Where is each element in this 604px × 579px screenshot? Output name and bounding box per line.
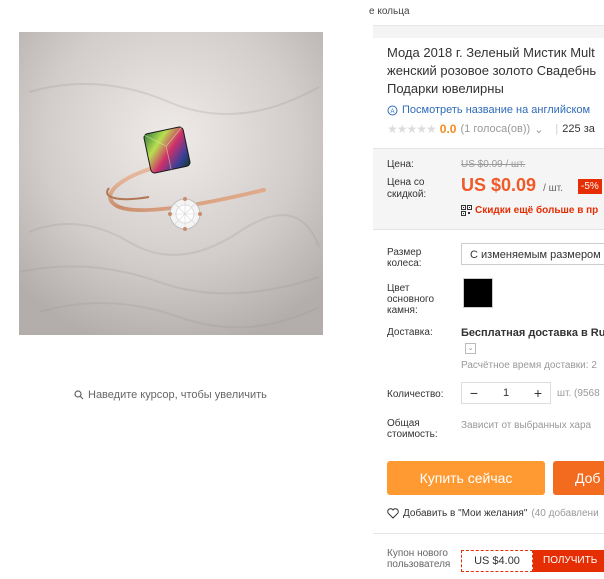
price-box: Цена: US $0.09 / шт. Цена со скидкой: US…: [373, 148, 604, 230]
total-value: Зависит от выбранных хара: [461, 420, 592, 431]
size-option[interactable]: С изменяемым размером: [461, 243, 604, 265]
size-label: Размер колеса:: [387, 247, 422, 269]
translate-icon: A: [387, 105, 398, 115]
product-title-line: Подарки ювелирны: [387, 81, 504, 96]
magnifier-icon: [74, 390, 84, 400]
english-title-link[interactable]: A Посмотреть название на английском: [387, 104, 590, 116]
quantity-stepper: − 1 +: [461, 382, 551, 404]
discount-price: US $0.09 / шт.: [461, 175, 563, 196]
shipping-value: Бесплатная доставка в Rus: [461, 327, 604, 339]
product-title-line: Мода 2018 г. Зеленый Мистик Mult: [387, 45, 595, 60]
section-divider: [373, 25, 604, 38]
english-title-link-label: Посмотреть название на английском: [402, 104, 591, 116]
chevron-down-icon[interactable]: ⌄: [465, 343, 476, 354]
wishlist-link[interactable]: Добавить в "Мои желания" (40 добавлени: [387, 508, 599, 519]
zoom-hint-text: Наведите курсор, чтобы увеличить: [88, 389, 267, 401]
wishlist-count: (40 добавлени: [531, 508, 599, 519]
product-title-line: женский розовое золото Свадебнь: [387, 63, 597, 78]
product-image[interactable]: [19, 32, 323, 335]
product-info: е кольца Мода 2018 г. Зеленый Мистик Mul…: [365, 0, 604, 579]
qr-code-icon: [461, 205, 472, 216]
quantity-decrease-button[interactable]: −: [462, 385, 486, 401]
app-promo[interactable]: Скидки ещё больше в пр: [461, 205, 598, 216]
discount-price-value: US $0.09: [461, 175, 537, 195]
delivery-time: Расчётное время доставки: 2: [461, 360, 597, 371]
stone-color-swatch[interactable]: [463, 278, 493, 308]
quantity-input[interactable]: 1: [486, 387, 526, 399]
heart-icon: [387, 508, 399, 519]
product-gallery: Наведите курсор, чтобы увеличить: [0, 0, 365, 579]
rating-row: ★★★★★ 0.0 (1 голоса(ов)) ⌄ | 225 за: [387, 122, 595, 136]
buy-now-button[interactable]: Купить сейчас: [387, 461, 545, 495]
stone-color-label: Цвет основного камня:: [387, 283, 435, 316]
product-title: Мода 2018 г. Зеленый Мистик Mult женский…: [387, 44, 604, 98]
orders-count: 225 за: [562, 123, 595, 135]
quantity-available: шт. (9568: [557, 388, 600, 399]
discount-price-label: Цена со скидкой:: [387, 177, 427, 200]
svg-text:A: A: [390, 109, 394, 115]
zoom-hint: Наведите курсор, чтобы увеличить: [74, 389, 267, 401]
breadcrumb[interactable]: е кольца: [369, 6, 410, 17]
old-price-label: Цена:: [387, 159, 414, 170]
quantity-label: Количество:: [387, 389, 444, 400]
old-price: US $0.09 / шт.: [461, 159, 526, 170]
rating-value: 0.0: [439, 122, 457, 136]
ring-photo: [19, 32, 323, 335]
rating-votes[interactable]: (1 голоса(ов)): [460, 123, 530, 135]
add-to-cart-button[interactable]: Доб: [553, 461, 604, 495]
coupon-label: Купон нового пользователя: [387, 548, 451, 570]
rating-divider: |: [555, 123, 559, 135]
price-unit: / шт.: [543, 183, 563, 194]
shipping-label: Доставка:: [387, 327, 433, 338]
chevron-down-icon[interactable]: ⌄: [534, 123, 543, 136]
discount-badge: -5%: [578, 179, 602, 194]
wishlist-label: Добавить в "Мои желания": [403, 508, 528, 519]
app-promo-text: Скидки ещё больше в пр: [475, 205, 599, 216]
quantity-increase-button[interactable]: +: [526, 385, 550, 401]
total-label: Общая стоимость:: [387, 418, 438, 440]
coupon-amount: US $4.00: [461, 550, 533, 572]
rating-stars-icon: ★★★★★: [387, 122, 437, 136]
get-coupon-button[interactable]: ПОЛУЧИТЬ: [533, 550, 604, 572]
section-divider: [373, 533, 604, 534]
